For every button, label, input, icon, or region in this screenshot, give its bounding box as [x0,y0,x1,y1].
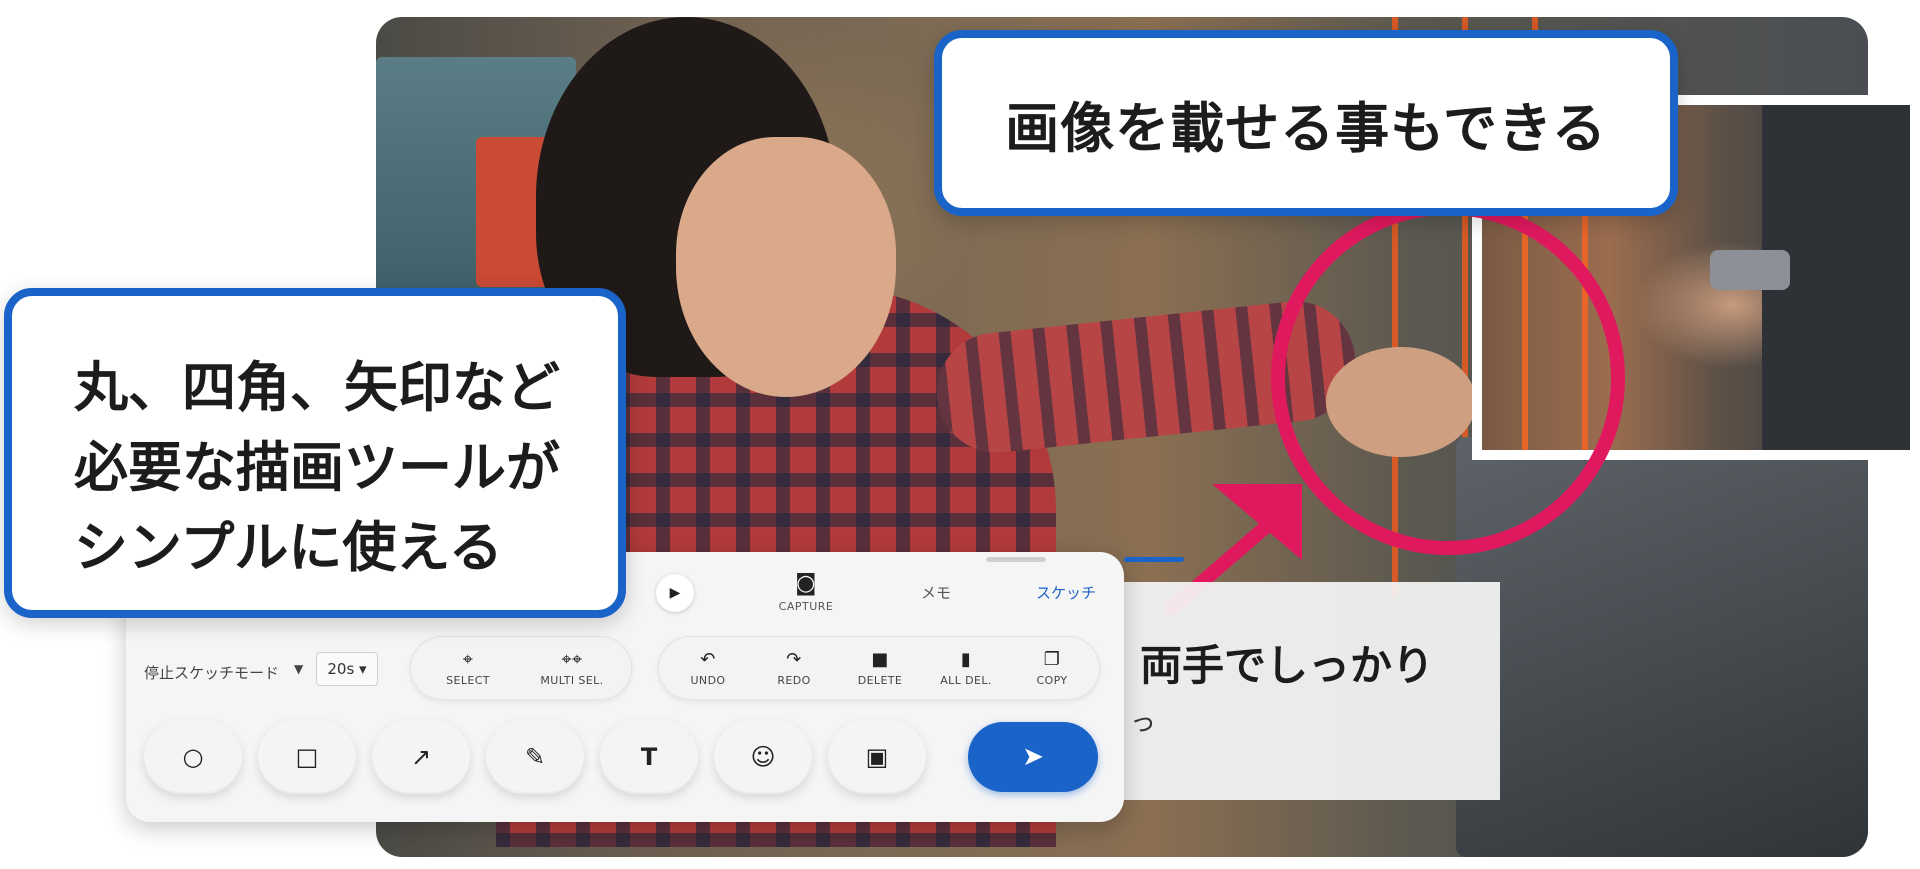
text-icon: T [640,743,658,771]
copy-button[interactable]: ❐ COPY [1010,636,1094,700]
send-button[interactable]: ➤ [968,722,1098,792]
trash-all-icon: ▮ [960,648,972,670]
callout-left-line-2: 必要な描画ツールが [74,436,560,499]
mode-label: 停止スケッチモード [144,664,280,682]
circle-icon: ○ [182,743,204,771]
undo-button[interactable]: ↶ UNDO [666,636,750,700]
undo-icon: ↶ [700,648,716,670]
delete-button[interactable]: ■ DELETE [838,636,922,700]
circle-tool-button[interactable]: ○ [144,720,242,794]
redo-label: REDO [777,673,811,687]
duration-select[interactable]: 20s ▾ [316,652,378,686]
machine [1456,437,1868,857]
memo-subtext: っ [1130,708,1157,738]
delete-label: DELETE [857,673,903,687]
callout-left-line-1: 丸、四角、矢印など [74,356,560,419]
select-label: SELECT [446,673,490,687]
tab-memo[interactable]: メモ [886,552,986,632]
tab-memo-label: メモ [920,583,951,602]
arrow-tool-button[interactable]: ↗ [372,720,470,794]
person-arm [930,295,1362,459]
tab-sketch-label: スケッチ [1035,583,1096,602]
copy-label: COPY [1036,673,1068,687]
freehand-icon: ✎ [524,743,546,771]
delete-all-label: ALL DEL. [940,673,992,687]
undo-label: UNDO [690,673,726,687]
tab-sketch[interactable]: スケッチ [1006,552,1126,632]
text-tool-button[interactable]: T [600,720,698,794]
delete-all-button[interactable]: ▮ ALL DEL. [924,636,1008,700]
send-icon: ➤ [1022,742,1044,772]
cursor-icon: ⌖ [462,648,474,670]
trash-icon: ■ [871,648,889,670]
multi-select-label: MULTI SEL. [540,673,604,687]
bolt [1710,250,1790,290]
memo-text: 両手でしっかり [1140,641,1435,690]
person-hand [1326,347,1476,457]
arrow-icon: ↗ [410,743,432,771]
multi-select-button[interactable]: ⌖⌖ MULTI SEL. [522,636,622,700]
memo-panel: 両手でしっかり っ [1100,582,1500,800]
tab-bar: ◙ CAPTURE メモ スケッチ [646,552,1184,632]
person-face [676,137,896,397]
square-icon: □ [295,743,319,771]
emoji-icon: ☺ [750,743,776,771]
callout-left-line-3: シンプルに使える [74,516,503,579]
copy-icon: ❐ [1043,648,1061,670]
redo-button[interactable]: ↷ REDO [752,636,836,700]
callout-image-feature: 画像を載せる事もできる [934,30,1678,216]
callout-top-text: 画像を載せる事もできる [1005,96,1607,160]
mode-dropdown[interactable]: ▼ [294,662,303,676]
image-icon: ▣ [865,743,889,771]
multi-cursor-icon: ⌖⌖ [561,648,583,670]
image-tool-button[interactable]: ▣ [828,720,926,794]
emoji-tool-button[interactable]: ☺ [714,720,812,794]
camera-icon: ◙ [795,570,817,596]
edit-tool-group: ↶ UNDO ↷ REDO ■ DELETE ▮ ALL DEL. ❐ COPY [658,636,1100,700]
square-tool-button[interactable]: □ [258,720,356,794]
callout-drawing-tools: 丸、四角、矢印など 必要な描画ツールが シンプルに使える [4,288,626,618]
selection-tool-group: ⌖ SELECT ⌖⌖ MULTI SEL. [410,636,632,700]
select-button[interactable]: ⌖ SELECT [420,636,516,700]
tab-indicator-active [1124,557,1184,562]
redo-icon: ↷ [786,648,802,670]
freehand-tool-button[interactable]: ✎ [486,720,584,794]
tab-capture[interactable]: ◙ CAPTURE [746,552,866,632]
tab-capture-label: CAPTURE [778,599,834,613]
